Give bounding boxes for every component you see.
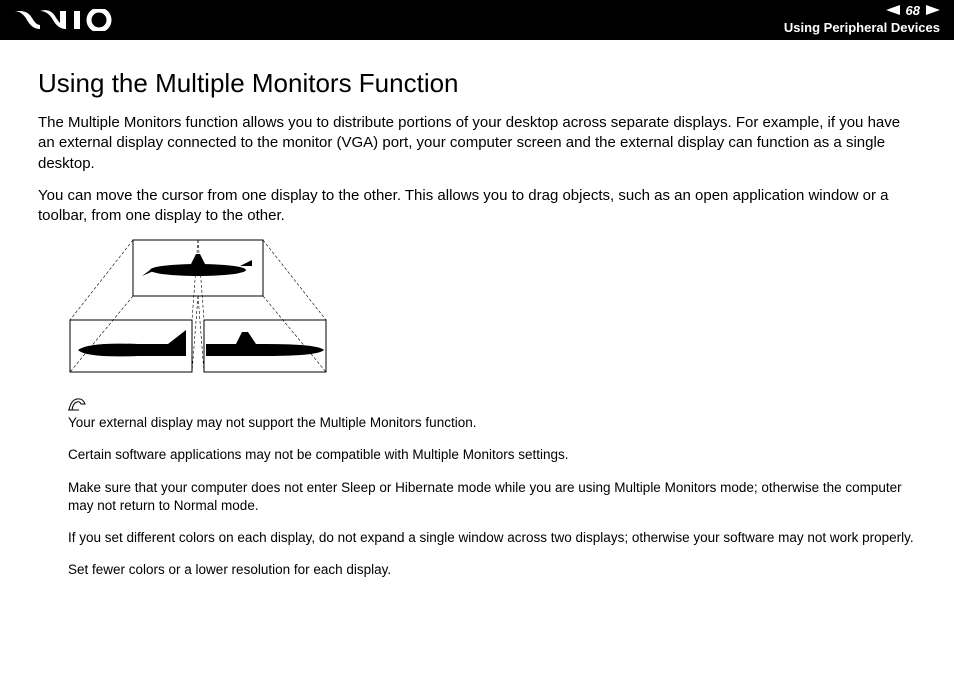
page-content: Using the Multiple Monitors Function The… <box>0 40 954 580</box>
note-1: Your external display may not support th… <box>68 414 916 432</box>
nav-next-icon[interactable] <box>926 3 940 20</box>
section-label: Using Peripheral Devices <box>784 20 940 37</box>
notes-block: Your external display may not support th… <box>68 397 916 579</box>
vaio-logo <box>14 9 124 31</box>
page-number: 68 <box>906 3 920 20</box>
paragraph-2: You can move the cursor from one display… <box>38 186 916 227</box>
note-5: Set fewer colors or a lower resolution f… <box>68 561 916 579</box>
page-title: Using the Multiple Monitors Function <box>38 68 916 99</box>
page-header: 68 Using Peripheral Devices <box>0 0 954 40</box>
multi-monitor-diagram <box>68 238 916 383</box>
paragraph-1: The Multiple Monitors function allows yo… <box>38 113 916 174</box>
note-2: Certain software applications may not be… <box>68 446 916 464</box>
note-3: Make sure that your computer does not en… <box>68 479 916 515</box>
page-nav: 68 <box>784 3 940 20</box>
note-4: If you set different colors on each disp… <box>68 529 916 547</box>
nav-prev-icon[interactable] <box>886 3 900 20</box>
header-right: 68 Using Peripheral Devices <box>784 3 940 37</box>
